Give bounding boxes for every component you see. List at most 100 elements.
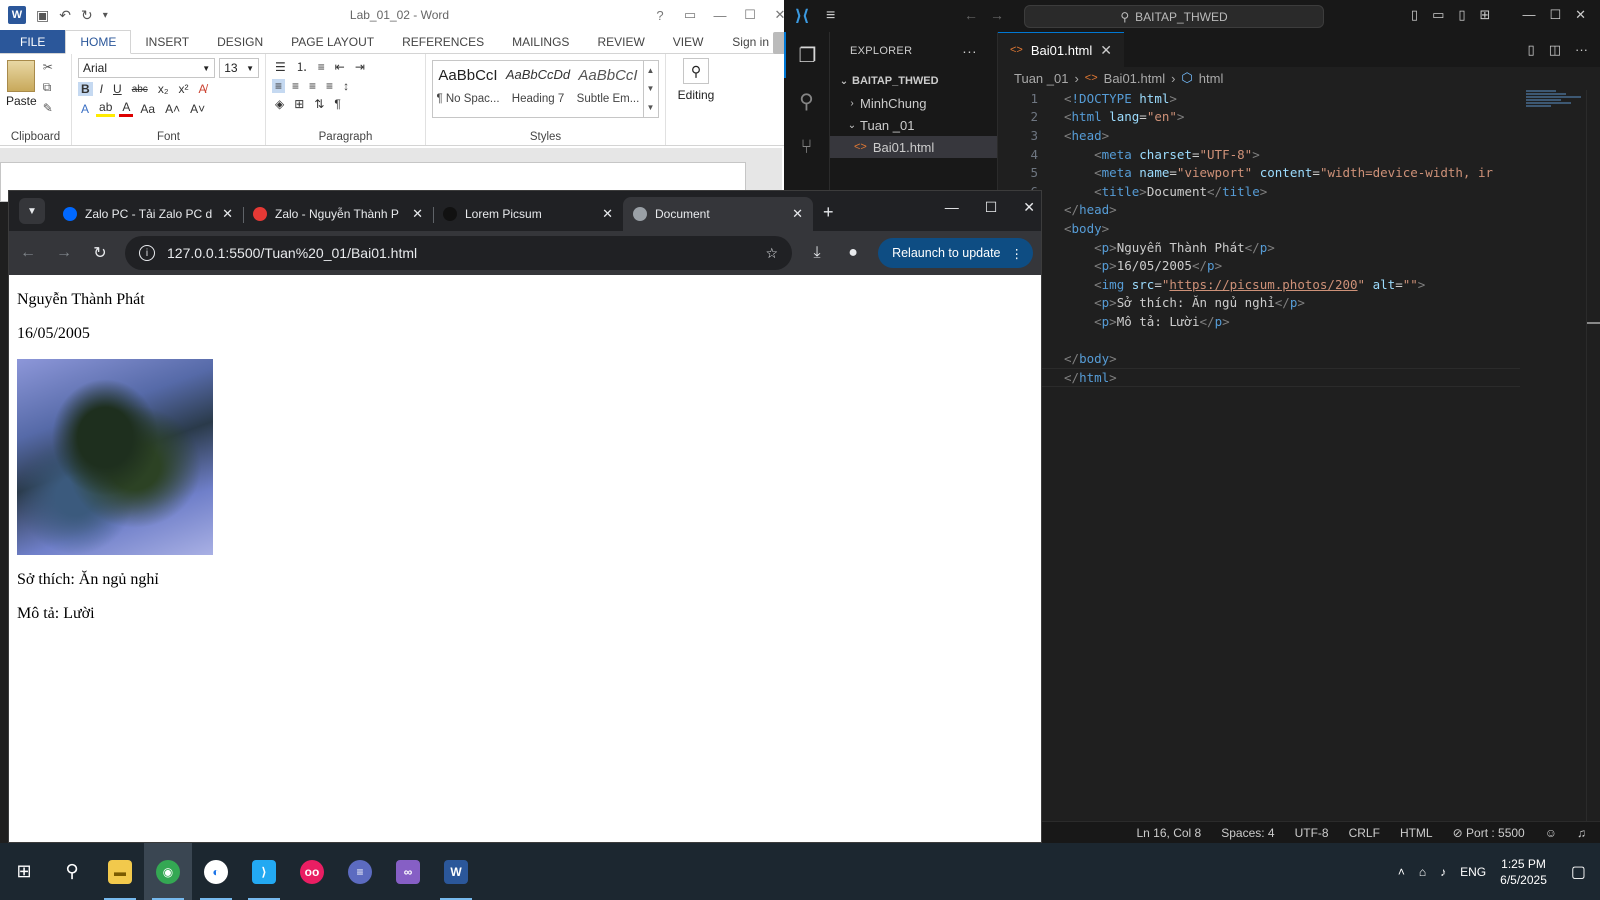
- tab-file[interactable]: FILE: [0, 30, 66, 53]
- cut-icon[interactable]: ✂: [43, 60, 53, 74]
- profile-icon[interactable]: ●: [842, 244, 864, 262]
- tab-search-chevron-icon[interactable]: ▼: [19, 198, 45, 224]
- copilot-icon[interactable]: ☺: [1545, 826, 1557, 840]
- clock[interactable]: 1:25 PM 6/5/2025: [1500, 856, 1547, 888]
- new-tab-icon[interactable]: +: [823, 202, 834, 223]
- encoding[interactable]: UTF-8: [1295, 826, 1329, 840]
- editor-tab-bai01[interactable]: <> Bai01.html ✕: [998, 32, 1125, 67]
- command-center-search[interactable]: ⚲ BAITAP_THWED: [1024, 5, 1324, 28]
- cursor-position[interactable]: Ln 16, Col 8: [1137, 826, 1202, 840]
- style-subtle-emphasis[interactable]: AaBbCcI Subtle Em...: [573, 61, 643, 117]
- maximize-icon[interactable]: ☐: [985, 199, 998, 216]
- notification-center-icon[interactable]: ▢: [1571, 862, 1586, 882]
- live-server-port[interactable]: ⊘ Port : 5500: [1453, 826, 1525, 840]
- increase-indent-icon[interactable]: ⇥: [352, 60, 368, 74]
- underline-icon[interactable]: U: [110, 82, 125, 96]
- toggle-sidebar-icon[interactable]: ▯: [1411, 7, 1418, 23]
- address-bar[interactable]: i 127.0.0.1:5500/Tuan%20_01/Bai01.html ☆: [125, 236, 793, 270]
- forward-arrow-icon[interactable]: →: [990, 7, 1004, 23]
- vscode-taskbar-button[interactable]: ⟩: [240, 843, 288, 900]
- toggle-secondary-sidebar-icon[interactable]: ▯: [1458, 7, 1465, 23]
- sign-in-link[interactable]: Sign in: [732, 35, 769, 49]
- copy-icon[interactable]: ⧉: [43, 80, 53, 95]
- minimize-icon[interactable]: —: [945, 199, 959, 216]
- back-arrow-icon[interactable]: ←: [17, 244, 39, 262]
- open-preview-icon[interactable]: ▯: [1528, 42, 1535, 58]
- kebab-menu-icon[interactable]: ⋮: [1011, 246, 1024, 261]
- ribbon-display-icon[interactable]: ▭: [677, 4, 703, 26]
- italic-icon[interactable]: I: [97, 82, 106, 96]
- line-ending[interactable]: CRLF: [1349, 826, 1380, 840]
- numbering-icon[interactable]: ⒈: [293, 58, 311, 75]
- show-marks-icon[interactable]: ¶: [331, 97, 343, 111]
- language-mode[interactable]: HTML: [1400, 826, 1433, 840]
- indentation[interactable]: Spaces: 4: [1221, 826, 1274, 840]
- tab-design[interactable]: DESIGN: [203, 30, 277, 53]
- breadcrumb-symbol[interactable]: html: [1199, 71, 1224, 86]
- borders-icon[interactable]: ⊞: [291, 97, 307, 111]
- word-taskbar-button[interactable]: W: [432, 843, 480, 900]
- minimap[interactable]: [1526, 90, 1586, 130]
- chrome-tab-zalo-pc[interactable]: Zalo PC - Tải Zalo PC d ✕: [53, 197, 243, 231]
- text-effects-icon[interactable]: A: [78, 102, 92, 116]
- hamburger-menu-icon[interactable]: ≡: [826, 7, 835, 25]
- format-painter-icon[interactable]: ✎: [43, 101, 53, 115]
- close-icon[interactable]: ✕: [1575, 7, 1586, 23]
- chevron-up-icon[interactable]: ▲: [647, 66, 655, 75]
- close-tab-icon[interactable]: ✕: [792, 206, 803, 222]
- search-button[interactable]: ⚲: [48, 843, 96, 900]
- tab-references[interactable]: REFERENCES: [388, 30, 498, 53]
- tab-insert[interactable]: INSERT: [131, 30, 203, 53]
- help-icon[interactable]: ?: [647, 4, 673, 26]
- font-name-select[interactable]: Arial ▼: [78, 58, 216, 78]
- style-no-spacing[interactable]: AaBbCcI ¶ No Spac...: [433, 61, 503, 117]
- close-tab-icon[interactable]: ✕: [1100, 42, 1112, 59]
- more-actions-icon[interactable]: ···: [1575, 42, 1588, 58]
- code-editor[interactable]: 1 <!DOCTYPE html> 2 <html lang="en"> 3 <hea…: [998, 89, 1520, 387]
- style-heading-7[interactable]: AaBbCcDd Heading 7: [503, 61, 573, 117]
- font-size-select[interactable]: 13 ▼: [219, 58, 259, 78]
- reload-icon[interactable]: ↻: [89, 243, 111, 263]
- chrome-tab-zalo-chat[interactable]: Zalo - Nguyễn Thành P ✕: [243, 197, 433, 231]
- close-icon[interactable]: ✕: [1023, 199, 1035, 216]
- bullets-icon[interactable]: ☰: [272, 60, 289, 74]
- strikethrough-icon[interactable]: abc: [129, 84, 151, 95]
- search-icon[interactable]: ⚲: [784, 78, 829, 124]
- chrome-tab-document[interactable]: Document ✕: [623, 197, 813, 231]
- styles-scroll[interactable]: ▲ ▼ ▼: [643, 61, 657, 117]
- tab-review[interactable]: REVIEW: [583, 30, 658, 53]
- multilevel-list-icon[interactable]: ≡: [315, 60, 328, 74]
- bookmark-star-icon[interactable]: ☆: [766, 245, 779, 262]
- shrink-font-icon[interactable]: A˅: [187, 102, 208, 116]
- maximize-icon[interactable]: ☐: [1549, 7, 1561, 23]
- source-control-icon[interactable]: ⑂: [784, 124, 829, 170]
- grow-font-icon[interactable]: A˄: [162, 102, 183, 116]
- close-tab-icon[interactable]: ✕: [412, 206, 423, 222]
- more-actions-icon[interactable]: ···: [962, 43, 977, 59]
- volume-icon[interactable]: ♪: [1440, 865, 1446, 879]
- chrome-tab-lorem-picsum[interactable]: Lorem Picsum ✕: [433, 197, 623, 231]
- input-language[interactable]: ENG: [1460, 865, 1486, 879]
- tab-mailings[interactable]: MAILINGS: [498, 30, 583, 53]
- align-left-icon[interactable]: ≡: [272, 79, 286, 93]
- forward-arrow-icon[interactable]: →: [53, 244, 75, 262]
- minimize-icon[interactable]: —: [1522, 7, 1535, 23]
- tab-home[interactable]: HOME: [65, 30, 132, 54]
- maximize-icon[interactable]: ☐: [737, 4, 763, 26]
- file-explorer-button[interactable]: ▬: [96, 843, 144, 900]
- app-taskbar-button[interactable]: ◐: [192, 843, 240, 900]
- explorer-icon[interactable]: ❐: [784, 32, 829, 78]
- close-tab-icon[interactable]: ✕: [602, 206, 613, 222]
- app-taskbar-button[interactable]: oo: [288, 843, 336, 900]
- chevron-up-icon[interactable]: ˄: [1398, 865, 1405, 879]
- download-icon[interactable]: ⤓: [806, 244, 828, 262]
- breadcrumb-folder[interactable]: Tuan _01: [1014, 71, 1068, 86]
- close-tab-icon[interactable]: ✕: [222, 206, 233, 222]
- align-center-icon[interactable]: ≡: [289, 79, 302, 93]
- tab-view[interactable]: VIEW: [659, 30, 718, 53]
- align-right-icon[interactable]: ≡: [306, 79, 319, 93]
- breadcrumb-file[interactable]: Bai01.html: [1104, 71, 1165, 86]
- minimize-icon[interactable]: —: [707, 4, 733, 26]
- visual-studio-taskbar-button[interactable]: ∞: [384, 843, 432, 900]
- paste-button[interactable]: Paste: [6, 58, 37, 115]
